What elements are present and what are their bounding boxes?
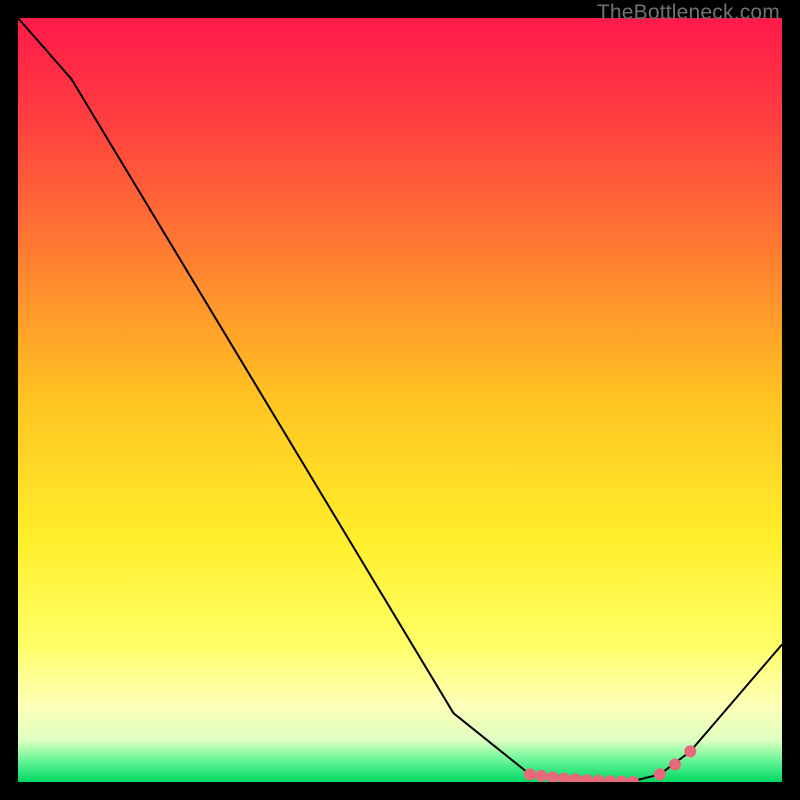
bottleneck-chart bbox=[18, 18, 782, 782]
optimal-marker bbox=[524, 768, 536, 780]
optimal-marker bbox=[535, 770, 547, 782]
optimal-marker bbox=[684, 745, 696, 757]
chart-frame bbox=[18, 18, 782, 782]
optimal-marker bbox=[669, 758, 681, 770]
optimal-marker bbox=[654, 768, 666, 780]
watermark-text: TheBottleneck.com bbox=[597, 1, 780, 25]
gradient-background bbox=[18, 18, 782, 782]
